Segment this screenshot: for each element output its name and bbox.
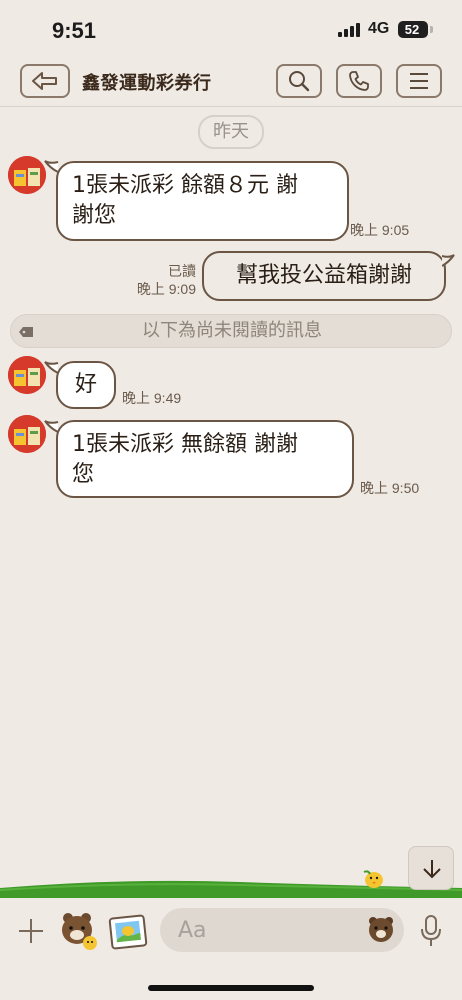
arrow-down-icon [423,860,441,879]
message-time: 晚上 9:50 [360,480,420,496]
search-icon [289,71,310,92]
unread-divider-label: 以下為尚未閱讀的訊息 [142,320,322,341]
phone-icon [349,71,369,91]
clock: 9:51 [52,18,97,43]
chat-title[interactable]: 鑫發運動彩券行 [82,69,212,95]
message-text: 1張未派彩 無餘額 謝謝 您 [72,432,298,487]
avatar-image [8,415,46,453]
message-text: 1張未派彩 餘額８元 謝 謝您 [72,173,298,228]
date-separator: 昨天 [198,115,264,149]
contact-avatar[interactable] [8,156,46,194]
sticker-icon[interactable] [58,910,100,952]
avatar-image [8,356,46,394]
back-arrow-icon [32,72,57,90]
message-text: 幫我投公益箱謝謝 [235,263,412,288]
menu-button[interactable] [396,64,442,98]
contact-avatar[interactable] [8,415,46,453]
microphone-icon[interactable] [418,914,444,948]
search-button[interactable] [276,64,322,98]
message-text: 好 [74,372,97,397]
contact-avatar[interactable] [8,356,46,394]
message-time: 晚上 9:09 [136,281,196,297]
call-button[interactable] [336,64,382,98]
photo-icon[interactable] [108,912,148,950]
message-bubble[interactable]: 1張未派彩 餘額８元 謝 謝您 [56,161,349,241]
message-bubble[interactable]: 1張未派彩 無餘額 謝謝 您 [56,420,354,498]
back-button[interactable] [20,64,70,98]
hamburger-menu-icon [410,73,428,89]
cellular-signal-icon [338,23,360,37]
bubble-tail [442,254,455,267]
network-type: 4G [368,20,390,37]
battery-icon: 52 [398,21,428,38]
battery-cap [430,26,433,33]
emoji-icon[interactable] [366,914,396,944]
avatar-image [8,156,46,194]
status-bar: 9:51 4G 52 [0,0,462,56]
message-bubble[interactable]: 好 [56,361,116,409]
my-message-bubble[interactable]: 幫我投公益箱謝謝 [202,251,446,301]
message-time: 晚上 9:05 [350,222,410,238]
plus-icon[interactable] [14,914,48,948]
header-divider [0,106,462,107]
home-indicator[interactable] [148,985,314,991]
chat-header: 鑫發運動彩券行 [0,56,462,106]
read-receipt: 已讀 [168,263,196,279]
scroll-to-bottom-button[interactable] [408,846,454,890]
unread-divider: 以下為尚未閱讀的訊息 [10,314,452,348]
battery-level: 52 [404,22,420,37]
grass-decoration [0,870,462,902]
message-time: 晚上 9:49 [122,390,182,406]
